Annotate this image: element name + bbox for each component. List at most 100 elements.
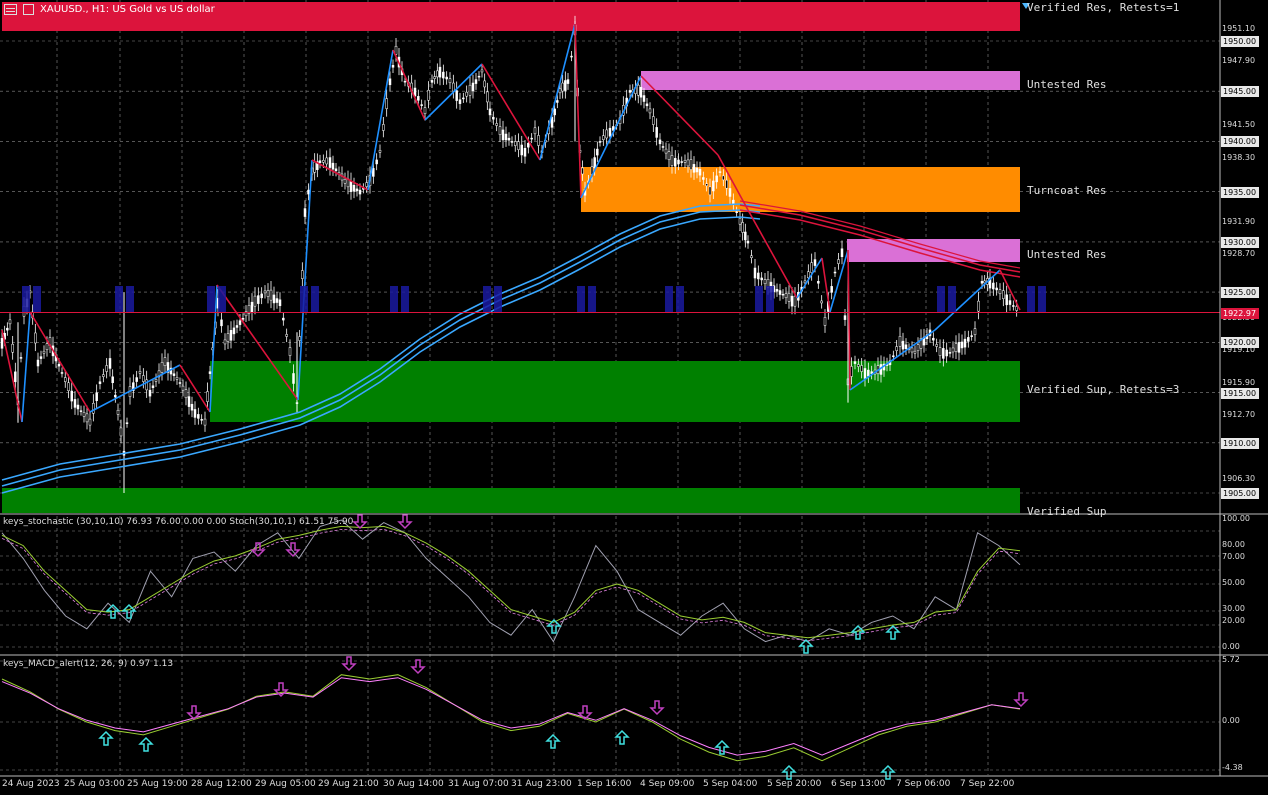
candle-body (722, 175, 725, 181)
bar-marker (577, 286, 585, 312)
candle-body (355, 188, 359, 192)
signal-up-arrow-icon (545, 733, 561, 749)
candle-body (998, 289, 1002, 294)
candle-body (823, 317, 827, 326)
bar-marker (218, 286, 226, 312)
candle-body (680, 161, 683, 163)
candle-body (486, 91, 489, 103)
candle-body (391, 65, 395, 68)
macd-lines (1, 674, 1021, 762)
candle-body (763, 279, 767, 284)
candle-body (910, 347, 914, 353)
signal-up-arrow-icon (614, 729, 630, 745)
price-tick: 1938.30 (1222, 152, 1256, 162)
level-price-label: 1930.00 (1221, 236, 1259, 248)
level-price-label: 1920.00 (1221, 337, 1259, 349)
macd-tick: 0.00 (1222, 716, 1240, 725)
bar-marker (1027, 286, 1035, 312)
candle-body (608, 127, 612, 137)
candle-body (334, 168, 338, 172)
candle-body (266, 290, 270, 297)
candle-body (298, 336, 301, 341)
candle-body (365, 182, 368, 187)
candle-body (378, 150, 382, 153)
candle-body (292, 373, 295, 384)
candle-body (111, 376, 114, 384)
candle-body (372, 168, 375, 177)
candle-body (462, 97, 465, 100)
time-label: 4 Sep 09:00 (640, 779, 695, 789)
candle-body (45, 343, 49, 351)
zone-rect (581, 167, 1020, 212)
candle-body (664, 148, 668, 154)
candle-body (148, 389, 152, 397)
candle-body (34, 332, 37, 344)
candle-body (114, 394, 117, 398)
zigzag-segment (539, 23, 576, 161)
chart-menu-icon[interactable] (4, 4, 17, 15)
candle-body (250, 301, 254, 313)
zone-rect (847, 239, 1020, 262)
time-label: 31 Aug 07:00 (448, 779, 509, 789)
bar-marker (300, 286, 308, 312)
candle-body (504, 133, 508, 141)
candle-body (850, 366, 853, 377)
candle-body (960, 341, 964, 349)
candle-body (184, 389, 188, 399)
time-label: 7 Sep 22:00 (960, 779, 1015, 789)
zone-label: Untested Res (1027, 78, 1107, 91)
candle-body (916, 344, 920, 352)
candle-body (343, 178, 347, 184)
zigzag-segment (574, 23, 582, 199)
candle-body (39, 356, 43, 359)
candle-body (639, 86, 643, 98)
stochastic-tick: 50.00 (1222, 578, 1245, 587)
level-price-label: 1915.00 (1221, 387, 1259, 399)
candle-body (728, 188, 732, 197)
candle-body (57, 363, 61, 367)
candle-body (803, 280, 807, 284)
candle-body (433, 76, 436, 79)
candle-body (206, 391, 209, 402)
candle-body (564, 80, 567, 91)
level-price-label: 1910.00 (1221, 437, 1259, 449)
candle-body (423, 107, 427, 114)
candle-body (193, 409, 197, 418)
candle-body (698, 168, 702, 176)
candle-body (561, 82, 564, 92)
price-chart[interactable] (0, 0, 1268, 795)
candle-body (593, 157, 596, 168)
candle-body (200, 419, 203, 421)
candle-body (190, 403, 194, 411)
candle-body (452, 82, 455, 92)
window-icon[interactable] (23, 4, 34, 15)
candle-body (8, 319, 12, 325)
candle-body (793, 295, 797, 307)
candle-body (725, 179, 728, 189)
candle-body (278, 299, 282, 307)
candle-body (863, 368, 867, 379)
candle-body (581, 167, 584, 175)
stochastic-slow-line (1, 528, 1021, 642)
candle-body (223, 339, 227, 345)
candle-body (67, 382, 70, 391)
candle-body (229, 330, 233, 341)
candle-body (403, 80, 407, 83)
candle-body (95, 392, 98, 401)
candle-body (108, 358, 112, 369)
level-price-label: 1940.00 (1221, 136, 1259, 148)
candle-body (702, 177, 705, 180)
zone-label: Verified Sup (1027, 505, 1107, 518)
candle-body (705, 183, 708, 187)
time-label: 1 Sep 16:00 (577, 779, 632, 789)
candle-body (977, 300, 980, 312)
time-label: 5 Sep 20:00 (767, 779, 822, 789)
candle-body (810, 262, 813, 273)
bar-marker (588, 286, 596, 312)
candle-body (652, 116, 655, 125)
candle-body (76, 404, 80, 410)
time-label: 29 Aug 21:00 (318, 779, 379, 789)
candle-body (715, 175, 718, 183)
candle-body (142, 375, 145, 382)
signal-down-arrow-icon (649, 700, 665, 716)
